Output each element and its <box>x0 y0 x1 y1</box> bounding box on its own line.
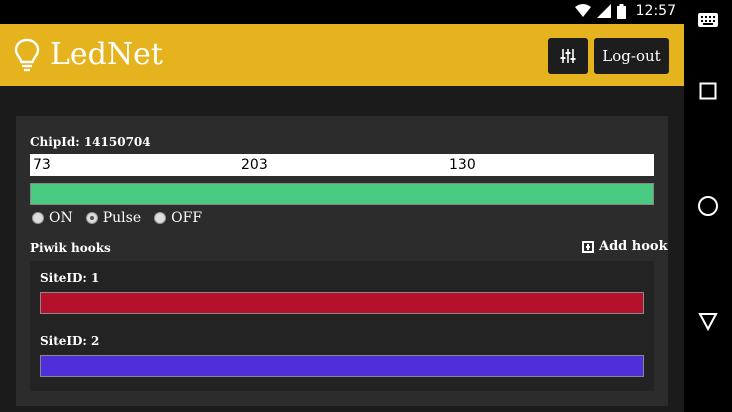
mode-pulse-radio[interactable] <box>85 212 98 224</box>
recent-apps-icon[interactable] <box>696 79 720 103</box>
app-title: LedNet <box>50 37 163 72</box>
mode-on-radio[interactable] <box>32 212 44 224</box>
status-bar: 12:57 <box>0 0 684 24</box>
home-icon[interactable] <box>696 194 720 218</box>
blue-value[interactable]: 130 <box>449 157 476 173</box>
chip-id-label: ChipId: 14150704 <box>30 135 151 149</box>
mode-on-label[interactable]: ON <box>49 210 73 226</box>
device-color-bar[interactable] <box>30 183 654 205</box>
mode-off-label[interactable]: OFF <box>171 210 202 226</box>
sliders-icon <box>560 49 576 63</box>
hook-color-bar[interactable] <box>40 292 644 314</box>
mode-pulse-label[interactable]: Pulse <box>103 210 141 226</box>
back-icon[interactable] <box>696 309 720 333</box>
hook-color-bar[interactable] <box>40 355 644 377</box>
rgb-input-row[interactable]: 73 203 130 <box>30 154 654 176</box>
hook-site-label: SiteID: 1 <box>40 271 100 285</box>
wifi-icon <box>574 4 591 17</box>
hooks-list: SiteID: 1 SiteID: 2 <box>30 261 654 391</box>
add-hook-label: Add hook <box>599 239 668 254</box>
mode-selector: ON Pulse OFF <box>32 210 210 226</box>
green-value[interactable]: 203 <box>241 157 268 173</box>
hook-site-label: SiteID: 2 <box>40 334 100 348</box>
keyboard-icon[interactable] <box>696 8 720 32</box>
clock: 12:57 <box>635 3 676 19</box>
lightbulb-icon <box>14 38 40 72</box>
mode-off-radio[interactable] <box>154 212 167 224</box>
device-card: ChipId: 14150704 73 203 130 ON Pulse OFF… <box>16 116 668 406</box>
settings-button[interactable] <box>548 38 588 74</box>
piwik-hooks-title: Piwik hooks <box>30 241 111 255</box>
red-value[interactable]: 73 <box>33 157 51 173</box>
battery-icon <box>616 3 626 19</box>
system-nav-bar <box>684 0 732 412</box>
app-header: LedNet Log-out <box>0 24 684 86</box>
plus-icon <box>582 240 594 253</box>
logout-button[interactable]: Log-out <box>594 38 669 74</box>
signal-icon <box>596 4 611 18</box>
add-hook-button[interactable]: Add hook <box>582 239 668 254</box>
